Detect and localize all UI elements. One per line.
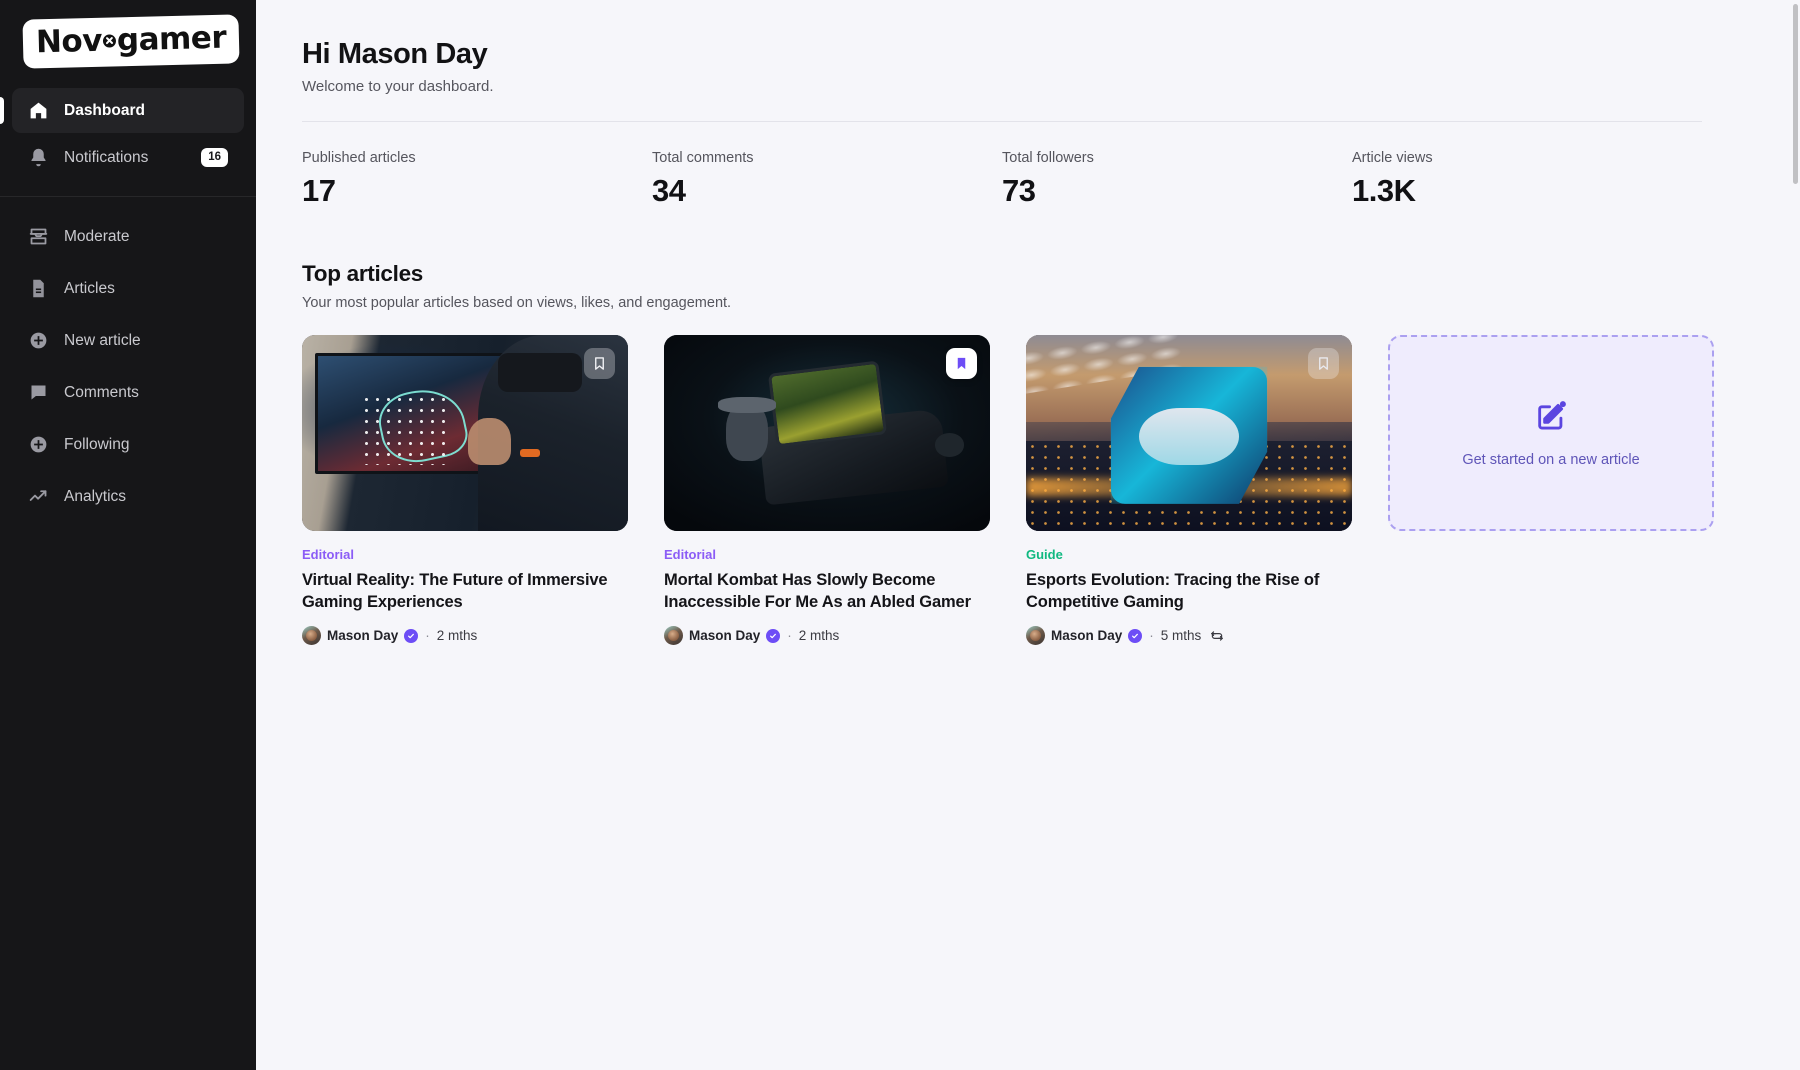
article-card[interactable]: Editorial Mortal Kombat Has Slowly Becom…: [664, 335, 990, 646]
article-thumbnail[interactable]: [664, 335, 990, 532]
sidebar-primary-nav: Dashboard Notifications 16: [0, 82, 256, 182]
stat-total-comments: Total comments 34: [652, 150, 1002, 209]
document-icon: [28, 278, 49, 299]
stat-label: Total comments: [652, 150, 754, 167]
page-title: Hi Mason Day: [302, 38, 488, 70]
article-card[interactable]: Editorial Virtual Reality: The Future of…: [302, 335, 628, 646]
verified-badge-icon: [766, 628, 781, 643]
sidebar-item-articles-label: Articles: [64, 279, 115, 297]
edit-pencil-icon: [1534, 399, 1568, 438]
sidebar-item-comments-label: Comments: [64, 383, 139, 401]
bookmark-icon[interactable]: [1308, 348, 1339, 380]
bookmark-icon[interactable]: [946, 348, 977, 380]
sidebar-item-notifications-label: Notifications: [64, 148, 149, 166]
main-content: Hi Mason Day Welcome to your dashboard. …: [256, 0, 1800, 1070]
notifications-badge: 16: [201, 148, 228, 167]
sidebar: Nov gamer Dashboard Notifications 16 Mod…: [0, 0, 256, 1070]
meta-separator: ·: [425, 628, 430, 644]
article-meta: Mason Day · 2 mths: [302, 626, 628, 646]
verified-badge-icon: [1128, 628, 1143, 643]
bell-icon: [28, 147, 49, 168]
article-card[interactable]: Guide Esports Evolution: Tracing the Ris…: [1026, 335, 1352, 646]
new-article-cta-label: Get started on a new article: [1462, 451, 1640, 468]
sidebar-item-comments[interactable]: Comments: [12, 369, 244, 416]
sidebar-item-dashboard-label: Dashboard: [64, 101, 145, 119]
verified-badge-icon: [404, 628, 419, 643]
article-image: [302, 335, 628, 532]
updated-sync-icon: [1210, 629, 1224, 643]
article-image: [664, 335, 990, 532]
article-thumbnail[interactable]: [302, 335, 628, 532]
inbox-icon: [28, 226, 49, 247]
stat-published-articles: Published articles 17: [302, 150, 652, 209]
article-meta: Mason Day · 5 mths: [1026, 626, 1352, 646]
sidebar-item-following-label: Following: [64, 435, 130, 453]
avatar: [302, 626, 321, 646]
sidebar-item-new-article-label: New article: [64, 331, 141, 349]
plus-circle-icon: [28, 330, 49, 351]
sidebar-item-following[interactable]: Following: [12, 421, 244, 468]
stat-label: Article views: [1352, 150, 1433, 167]
avatar: [1026, 626, 1045, 646]
article-image: [1026, 335, 1352, 532]
article-title: Virtual Reality: The Future of Immersive…: [302, 571, 608, 611]
article-category: Editorial: [302, 547, 355, 563]
top-articles-subtitle: Your most popular articles based on view…: [302, 295, 732, 312]
new-article-cta[interactable]: Get started on a new article: [1388, 335, 1714, 532]
sidebar-item-moderate[interactable]: Moderate: [12, 213, 244, 260]
top-articles-list: Editorial Virtual Reality: The Future of…: [302, 335, 1714, 646]
sidebar-item-analytics[interactable]: Analytics: [12, 473, 244, 520]
logo-text-after: gamer: [116, 19, 227, 58]
sidebar-item-dashboard[interactable]: Dashboard: [0, 88, 244, 133]
sidebar-divider: [0, 196, 256, 197]
article-time: 2 mths: [798, 628, 840, 644]
sidebar-item-new-article[interactable]: New article: [12, 317, 244, 364]
logo-dot-icon: [102, 33, 117, 47]
article-title: Mortal Kombat Has Slowly Become Inaccess…: [664, 571, 971, 611]
article-meta: Mason Day · 2 mths: [664, 626, 990, 646]
article-thumbnail[interactable]: [1026, 335, 1352, 532]
meta-separator: ·: [1149, 628, 1154, 644]
stat-article-views: Article views 1.3K: [1352, 150, 1702, 209]
bookmark-icon[interactable]: [584, 348, 615, 380]
stat-total-followers: Total followers 73: [1002, 150, 1352, 209]
stats-row: Published articles 17 Total comments 34 …: [302, 150, 1702, 209]
article-title: Esports Evolution: Tracing the Rise of C…: [1026, 571, 1320, 611]
trending-up-icon: [28, 486, 49, 507]
avatar: [664, 626, 683, 646]
page-scrollbar[interactable]: [1793, 4, 1798, 184]
app-root: Nov gamer Dashboard Notifications 16 Mod…: [0, 0, 1800, 1070]
header-divider: [302, 121, 1702, 123]
brand-logo[interactable]: Nov gamer: [0, 0, 256, 82]
top-articles-title: Top articles: [302, 261, 424, 287]
article-category: Editorial: [664, 547, 717, 563]
stat-value: 17: [302, 173, 336, 209]
stat-value: 1.3K: [1352, 173, 1416, 209]
stat-value: 73: [1002, 173, 1036, 209]
page-subtitle: Welcome to your dashboard.: [302, 78, 494, 96]
sidebar-secondary-nav: Moderate Articles New article Comments F…: [0, 213, 256, 525]
article-time: 5 mths: [1160, 628, 1202, 644]
article-author: Mason Day: [1051, 628, 1123, 644]
comment-icon: [28, 382, 49, 403]
home-icon: [28, 100, 49, 121]
sidebar-item-notifications[interactable]: Notifications 16: [12, 135, 244, 180]
stat-label: Published articles: [302, 150, 416, 167]
stat-value: 34: [652, 173, 686, 209]
article-time: 2 mths: [436, 628, 478, 644]
sidebar-item-articles[interactable]: Articles: [12, 265, 244, 312]
article-author: Mason Day: [327, 628, 399, 644]
sidebar-item-analytics-label: Analytics: [64, 487, 127, 505]
stat-label: Total followers: [1002, 150, 1094, 167]
article-author: Mason Day: [689, 628, 761, 644]
logo-text-before: Nov: [35, 22, 103, 60]
plus-circle-icon: [28, 434, 49, 455]
sidebar-item-moderate-label: Moderate: [64, 227, 130, 245]
meta-separator: ·: [787, 628, 792, 644]
article-category: Guide: [1026, 547, 1063, 563]
